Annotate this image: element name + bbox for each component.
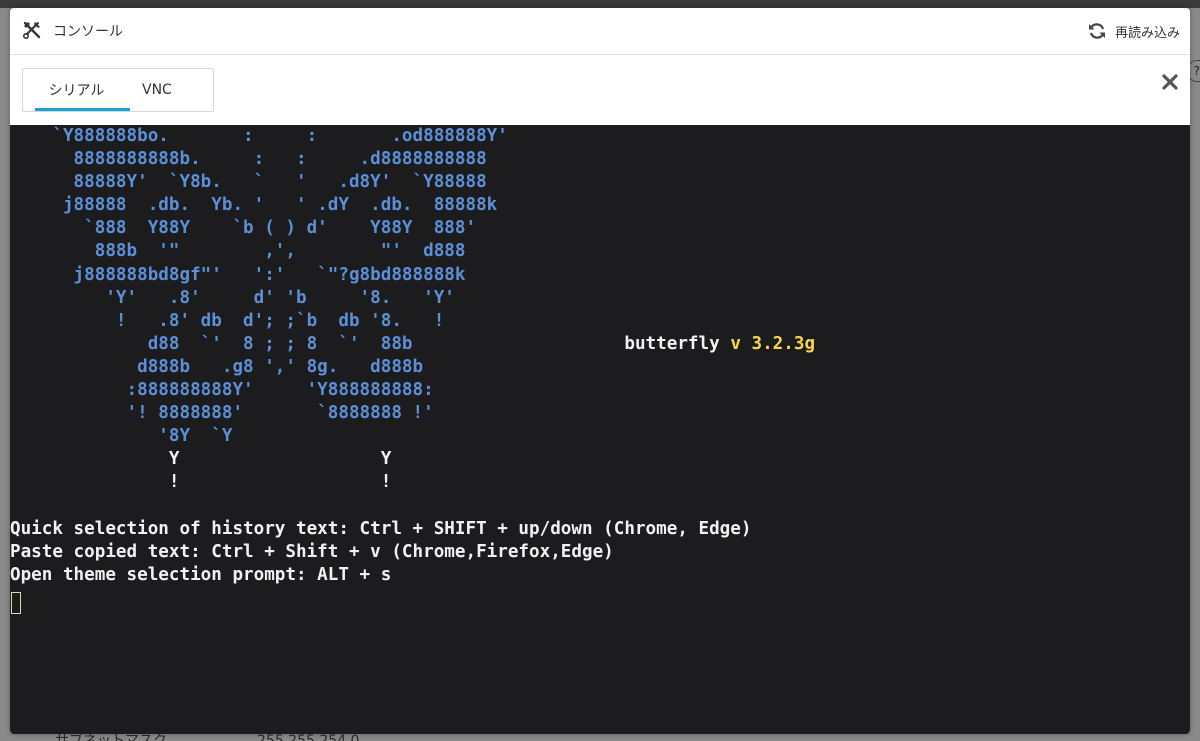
ascii-art-line: 888b '" ,', "' d888 — [10, 241, 466, 262]
terminal-output: `Y888888bo. : : .od888888Y' 8888888888b.… — [10, 125, 815, 587]
tab-bar-area: シリアル VNC — [10, 55, 1190, 125]
background-row-value: 255.255.254.0 — [257, 733, 360, 741]
tab-serial[interactable]: シリアル — [23, 69, 130, 111]
help-line: Paste copied text: Ctrl + Shift + v (Chr… — [10, 541, 614, 562]
ascii-art-line: ! ! — [10, 472, 392, 493]
ascii-art-line: :888888888Y' 'Y888888888: — [10, 380, 434, 401]
console-dialog: コンソール 再読み込み シリアル VNC `Y888888bo. :: .od… — [10, 8, 1190, 734]
tab-vnc[interactable]: VNC — [130, 69, 213, 111]
ascii-art-line: `Y888888bo. : : .od888888Y' — [10, 126, 508, 146]
tab-serial-label: シリアル — [48, 83, 105, 99]
program-version: v 3.2.3g — [730, 333, 816, 354]
ascii-art-line: Y Y — [10, 449, 392, 470]
ascii-art-line: `888 Y88Y `b ( ) d' Y88Y 888' — [10, 218, 477, 239]
ascii-art-line: j88888 .db. Yb. ' ' .dY .db. 88888k — [10, 195, 498, 216]
help-line: Open theme selection prompt: ALT + s — [10, 564, 392, 585]
dialog-title: コンソール — [53, 24, 123, 40]
help-line: Quick selection of history text: Ctrl + … — [10, 518, 752, 539]
ascii-art-line: d88 `' 8 ; ; 8 `' 88b — [10, 333, 413, 354]
reload-button[interactable]: 再読み込み — [1087, 20, 1180, 42]
reload-icon — [1088, 23, 1105, 39]
dialog-titlebar: コンソール 再読み込み — [10, 8, 1190, 55]
ascii-art-line: j888888bd8gf"' ':' `"?g8bd888888k — [10, 264, 466, 285]
background-topbar — [0, 0, 1200, 8]
ascii-art-line: '! 8888888' `8888888 !' — [10, 403, 434, 424]
close-icon[interactable] — [1160, 72, 1180, 92]
reload-label: 再読み込み — [1114, 25, 1180, 41]
ascii-art-line: 'Y' .8' d' 'b '8. 'Y' — [10, 287, 455, 308]
terminal-cursor — [11, 592, 21, 614]
tools-icon — [22, 21, 41, 40]
program-name: butterfly — [624, 333, 720, 354]
tab-vnc-label: VNC — [142, 82, 172, 98]
ascii-art-line: '8Y `Y — [10, 426, 233, 447]
ascii-art-line: 88888Y' `Y8b. ` ' .d8Y' `Y88888 — [10, 172, 487, 193]
serial-terminal[interactable]: `Y888888bo. : : .od888888Y' 8888888888b.… — [10, 125, 1190, 734]
ascii-art-line: ! .8' db d'; ;`b db '8. ! — [10, 310, 445, 331]
ascii-art-line: 8888888888b. : : .d8888888888 — [10, 149, 487, 170]
ascii-art-line: d888b .g8 ',' 8g. d888b — [10, 356, 424, 377]
background-row-label: サブネットマスク — [55, 733, 167, 741]
console-tabs: シリアル VNC — [22, 68, 214, 112]
